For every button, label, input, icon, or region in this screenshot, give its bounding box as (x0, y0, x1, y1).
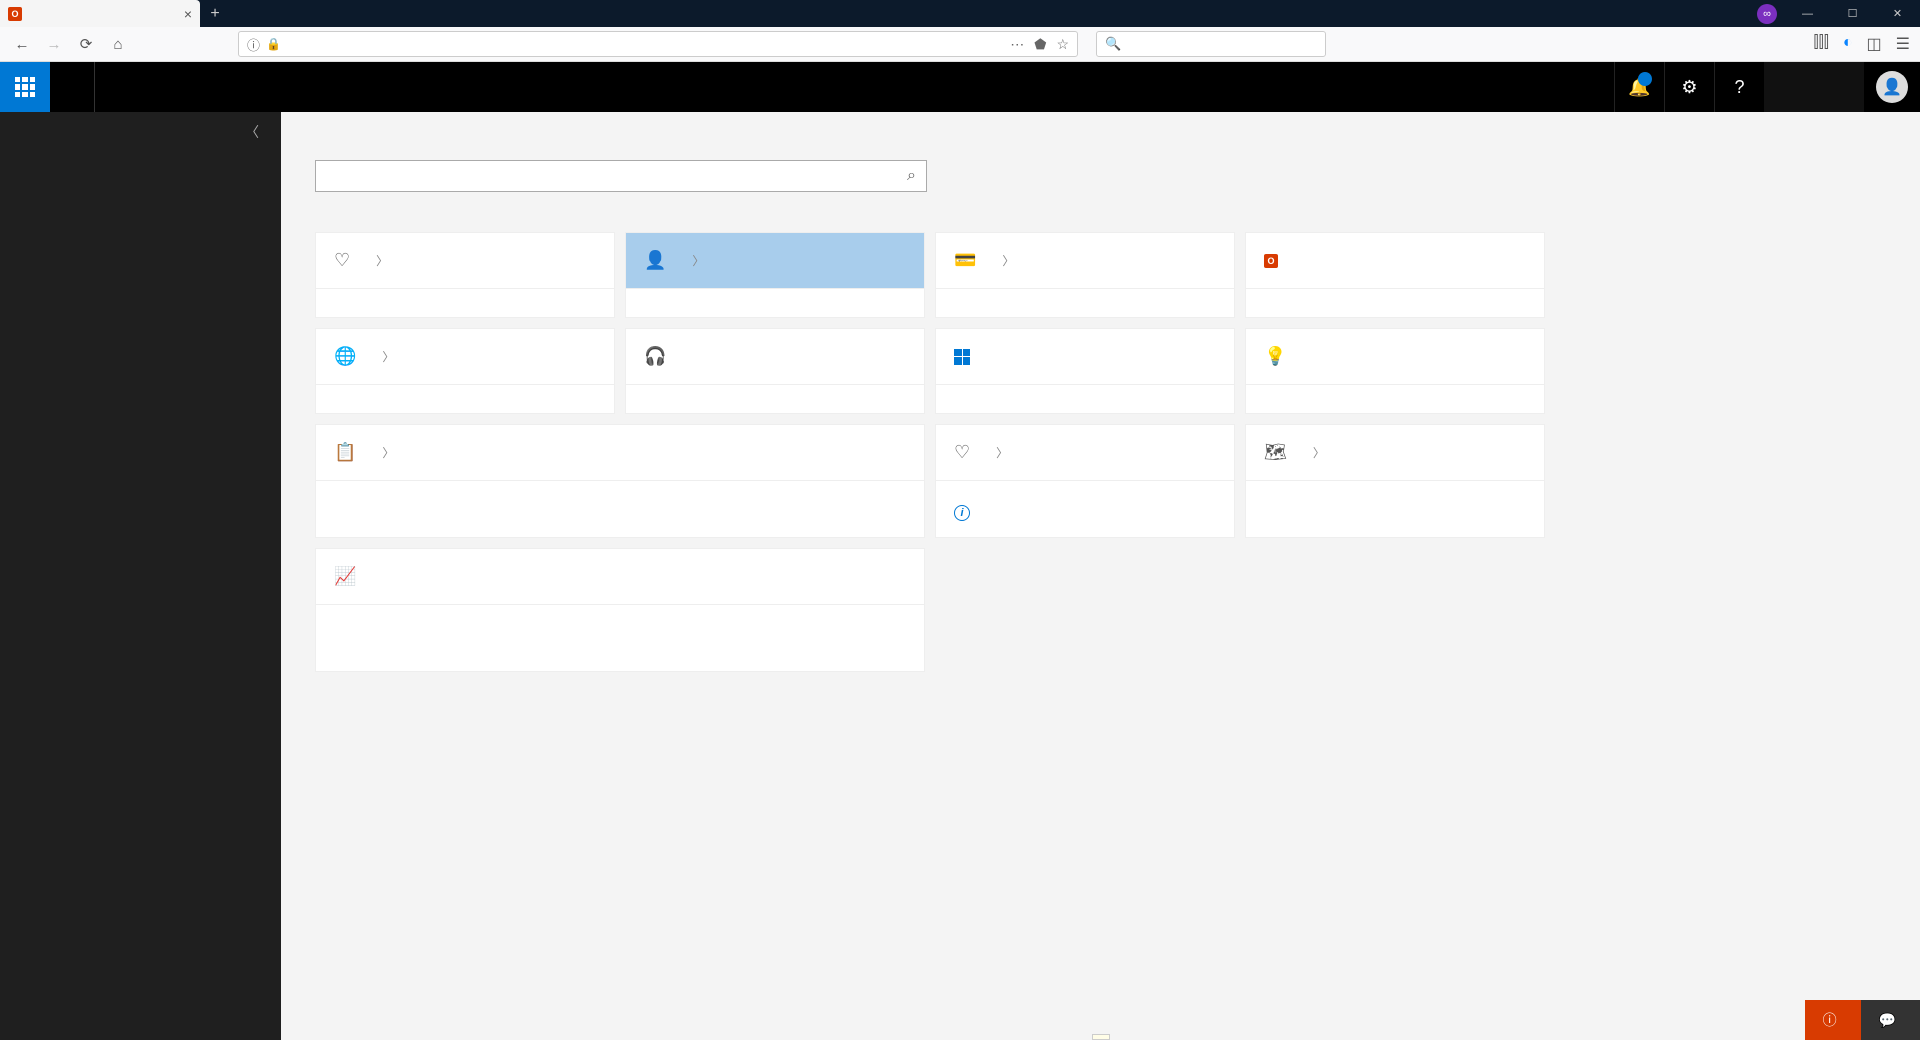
card-health-header[interactable]: ♡ 〉 (936, 425, 1234, 481)
chart-area (330, 621, 910, 665)
card-win10 (935, 328, 1235, 414)
browser-search[interactable]: 🔍 (1096, 31, 1326, 57)
card-domains-header[interactable]: 🌐 〉 (316, 329, 614, 385)
card-billing: 💳 〉 (935, 232, 1235, 318)
card-service-health: ♡ 〉 i (935, 424, 1235, 538)
user-avatar[interactable]: 👤 (1876, 71, 1908, 103)
globe-icon: 🌐 (334, 346, 356, 367)
office-icon: O (1264, 254, 1278, 268)
chevron-right-icon: 〉 (996, 444, 1008, 461)
window-maximize-icon[interactable]: ☐ (1830, 0, 1875, 27)
card-msgcenter-header[interactable]: 📋 〉 (316, 425, 924, 481)
chevron-right-icon: 〉 (376, 252, 388, 269)
sync-icon[interactable]: ◐ (1843, 34, 1853, 54)
collapse-nav-button[interactable]: 〈 (0, 112, 281, 152)
main-search-input[interactable] (326, 168, 907, 184)
tab-close-icon[interactable]: × (184, 6, 192, 22)
card-activeusers-header[interactable]: 📈 (316, 549, 924, 605)
card-users-header[interactable]: 👤 〉 (626, 233, 924, 289)
heartbeat-icon: ♡ (334, 250, 350, 271)
card-office-header[interactable]: O (1246, 233, 1544, 289)
o365-header: 🔔 ⚙ ? 👤 (0, 62, 1920, 112)
feedback-button[interactable]: 💬 (1861, 1000, 1920, 1040)
notif-count (1638, 72, 1652, 86)
card-message-center: 📋 〉 (315, 424, 925, 538)
browser-tab[interactable]: O × (0, 0, 200, 27)
search-icon[interactable]: ⌕ (907, 167, 916, 185)
headset-icon: 🎧 (644, 346, 666, 367)
chat-icon: 💬 (1879, 1012, 1896, 1029)
card-office-software: O (1245, 232, 1545, 318)
search-icon: 🔍 (1105, 36, 1121, 52)
left-nav: 〈 (0, 112, 281, 1040)
chevron-right-icon: 〉 (382, 444, 394, 461)
need-help-button[interactable]: ⓘ (1805, 1000, 1861, 1040)
site-info-icon[interactable]: ⓘ (247, 35, 260, 54)
card-active-users: 📈 (315, 548, 925, 672)
lock-icon: 🔒 (266, 37, 281, 51)
card-support: 🎧 (625, 328, 925, 414)
tab-favicon: O (8, 7, 22, 21)
card-videos: 💡 (1245, 328, 1545, 414)
card-users: 👤 〉 (625, 232, 925, 318)
app-launcher[interactable] (0, 62, 50, 112)
settings-button[interactable]: ⚙ (1664, 62, 1714, 112)
chart-icon: 📈 (334, 566, 356, 587)
chevron-right-icon: 〉 (1313, 444, 1325, 461)
page-actions-icon[interactable]: ⋯ (1010, 36, 1024, 53)
main-content: ⌕ ♡ 〉 👤 〉 (281, 112, 1920, 1040)
card-billing-header[interactable]: 💳 〉 (936, 233, 1234, 289)
bulb-icon: 💡 (1264, 346, 1286, 367)
user-name-area[interactable] (1764, 62, 1864, 112)
back-button[interactable]: ← (10, 32, 34, 56)
main-search[interactable]: ⌕ (315, 160, 927, 192)
browser-titlebar: O × + ∞ — ☐ ✕ (0, 0, 1920, 27)
card-icon: 💳 (954, 250, 976, 271)
library-icon[interactable]: ⫿⫿⫿ (1813, 34, 1828, 54)
chevron-right-icon: 〉 (692, 252, 704, 269)
home-button[interactable]: ⌂ (106, 32, 130, 56)
help-button[interactable]: ? (1714, 62, 1764, 112)
o365-brand[interactable] (50, 62, 95, 112)
sidebar-icon[interactable]: ◫ (1867, 34, 1882, 54)
pocket-icon[interactable]: ⬟ (1034, 36, 1046, 53)
menu-icon[interactable]: ☰ (1896, 34, 1910, 54)
windows-icon (954, 349, 970, 365)
waffle-icon (15, 77, 35, 97)
reload-button[interactable]: ⟳ (74, 32, 98, 56)
card-setup-header[interactable]: 🗺 〉 (1246, 425, 1544, 481)
forward-button[interactable]: → (42, 32, 66, 56)
chevron-right-icon: 〉 (382, 348, 394, 365)
new-tab-button[interactable]: + (200, 0, 230, 27)
browser-toolbar: ← → ⟳ ⌂ ⓘ 🔒 ⋯ ⬟ ☆ 🔍 ⫿⫿⫿ ◐ ◫ ☰ (0, 27, 1920, 62)
bookmark-icon[interactable]: ☆ (1056, 36, 1069, 53)
card-domains: 🌐 〉 (315, 328, 615, 414)
card-videos-header[interactable]: 💡 (1246, 329, 1544, 385)
extension-icon[interactable]: ∞ (1757, 4, 1777, 24)
help-circle-icon: ⓘ (1823, 1010, 1837, 1030)
card-setup-guides: 🗺 〉 (1245, 424, 1545, 538)
notifications-button[interactable]: 🔔 (1614, 62, 1664, 112)
chevron-right-icon: 〉 (1002, 252, 1014, 269)
info-icon: i (954, 505, 970, 521)
card-dirsync-header[interactable]: ♡ 〉 (316, 233, 614, 289)
url-bar[interactable]: ⓘ 🔒 ⋯ ⬟ ☆ (238, 31, 1078, 57)
heartbeat-icon: ♡ (954, 442, 970, 463)
window-minimize-icon[interactable]: — (1785, 0, 1830, 27)
guide-icon: 🗺 (1264, 442, 1287, 463)
discord-tooltip (1092, 1034, 1110, 1040)
card-dirsync: ♡ 〉 (315, 232, 615, 318)
person-icon: 👤 (644, 250, 666, 271)
card-win10-header[interactable] (936, 329, 1234, 385)
card-support-header[interactable]: 🎧 (626, 329, 924, 385)
advisory-count-row[interactable]: i (954, 503, 1216, 521)
clipboard-icon: 📋 (334, 442, 356, 463)
window-close-icon[interactable]: ✕ (1875, 0, 1920, 27)
advisory-text (954, 493, 1216, 503)
